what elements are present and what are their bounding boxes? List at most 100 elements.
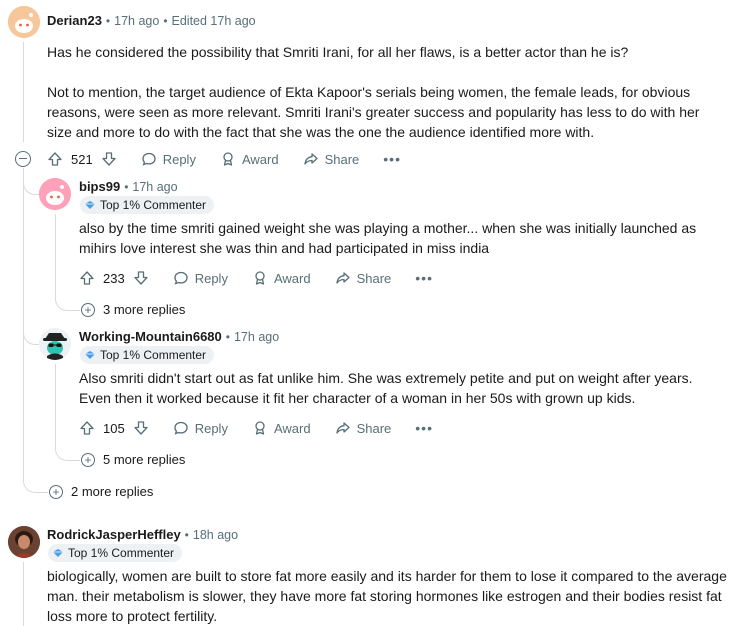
share-button[interactable]: Share bbox=[335, 420, 392, 436]
badge-icon bbox=[53, 549, 63, 557]
more-options-button[interactable]: ••• bbox=[383, 151, 401, 167]
award-button[interactable]: Award bbox=[252, 420, 311, 436]
share-button[interactable]: Share bbox=[303, 151, 360, 167]
separator-dot: • bbox=[184, 527, 189, 542]
vote-count: 521 bbox=[71, 151, 93, 167]
plus-icon: + bbox=[81, 452, 95, 467]
user-photo-avatar-icon bbox=[8, 526, 40, 558]
reply-button[interactable]: Reply bbox=[141, 151, 196, 167]
separator-dot: • bbox=[163, 13, 168, 28]
downvote-icon[interactable] bbox=[133, 270, 149, 286]
badge-label: Top 1% Commenter bbox=[68, 546, 175, 560]
comment-body: Also smriti didn't start out as fat unli… bbox=[79, 370, 693, 406]
share-label: Share bbox=[356, 420, 392, 436]
share-icon bbox=[335, 422, 350, 434]
more-replies-button[interactable]: + 2 more replies bbox=[49, 484, 153, 499]
comment-header: bips99 • 17h ago bbox=[79, 179, 178, 194]
collapse-thread-button[interactable] bbox=[15, 151, 31, 167]
top-commenter-badge[interactable]: Top 1% Commenter bbox=[80, 346, 215, 364]
username[interactable]: Working-Mountain6680 bbox=[79, 329, 222, 344]
separator-dot: • bbox=[225, 329, 230, 344]
reply-label: Reply bbox=[194, 420, 228, 436]
more-replies-label: 5 more replies bbox=[103, 452, 186, 467]
comment-body: Has he considered the possibility that S… bbox=[47, 42, 722, 142]
thread-connector bbox=[55, 294, 80, 311]
reply-icon bbox=[142, 152, 156, 166]
award-icon bbox=[255, 421, 265, 435]
reply-icon bbox=[174, 421, 188, 435]
thread-line[interactable] bbox=[55, 214, 56, 294]
comment-actions: 105 Reply Award Share ••• bbox=[79, 418, 433, 438]
avatar[interactable] bbox=[39, 328, 71, 360]
thread-connector bbox=[23, 168, 40, 195]
more-replies-button[interactable]: + 3 more replies bbox=[81, 302, 185, 317]
comment-header: Derian23 • 17h ago • Edited 17h ago bbox=[47, 13, 256, 28]
reply-label: Reply bbox=[162, 151, 196, 167]
more-options-button[interactable]: ••• bbox=[415, 420, 433, 436]
plus-icon: + bbox=[49, 484, 63, 499]
upvote-icon[interactable] bbox=[47, 151, 63, 167]
share-button[interactable]: Share bbox=[335, 270, 392, 286]
upvote-icon[interactable] bbox=[79, 420, 95, 436]
thread-line[interactable] bbox=[55, 364, 56, 444]
top-commenter-badge[interactable]: Top 1% Commenter bbox=[80, 196, 215, 214]
thread-connector bbox=[23, 470, 48, 493]
thread-line[interactable] bbox=[23, 42, 24, 142]
plus-icon: + bbox=[81, 302, 95, 317]
award-button[interactable]: Award bbox=[220, 151, 279, 167]
username[interactable]: bips99 bbox=[79, 179, 120, 194]
more-replies-button[interactable]: + 5 more replies bbox=[81, 452, 185, 467]
timestamp[interactable]: 17h ago bbox=[234, 330, 279, 344]
badge-icon bbox=[85, 201, 95, 209]
timestamp[interactable]: 17h ago bbox=[132, 180, 177, 194]
vote-count: 233 bbox=[103, 270, 125, 286]
timestamp[interactable]: 18h ago bbox=[193, 528, 238, 542]
avatar[interactable] bbox=[8, 6, 40, 38]
edited-label: Edited 17h ago bbox=[171, 13, 256, 28]
more-options-button[interactable]: ••• bbox=[415, 270, 433, 286]
award-button[interactable]: Award bbox=[252, 270, 311, 286]
comment-actions: 521 Reply Award Share ••• bbox=[47, 149, 401, 169]
reply-label: Reply bbox=[194, 270, 228, 286]
reply-button[interactable]: Reply bbox=[173, 270, 228, 286]
downvote-icon[interactable] bbox=[133, 420, 149, 436]
comment-header: Working-Mountain6680 • 17h ago bbox=[79, 329, 279, 344]
badge-label: Top 1% Commenter bbox=[100, 198, 207, 212]
award-label: Award bbox=[273, 420, 311, 436]
username[interactable]: Derian23 bbox=[47, 13, 102, 28]
upvote-icon[interactable] bbox=[79, 270, 95, 286]
comment-body: also by the time smriti gained weight sh… bbox=[79, 220, 697, 256]
award-label: Award bbox=[273, 270, 311, 286]
comment-paragraph: Has he considered the possibility that S… bbox=[47, 44, 629, 60]
character-avatar-icon bbox=[39, 328, 71, 360]
award-icon bbox=[255, 271, 265, 285]
share-icon bbox=[335, 272, 350, 284]
share-label: Share bbox=[324, 151, 360, 167]
thread-connector bbox=[23, 310, 40, 345]
separator-dot: • bbox=[124, 179, 129, 194]
badge-label: Top 1% Commenter bbox=[100, 348, 207, 362]
comment-header: RodrickJasperHeffley • 18h ago bbox=[47, 527, 238, 542]
vote-group: 521 bbox=[47, 151, 117, 167]
comment-paragraph: Not to mention, the target audience of E… bbox=[47, 84, 700, 140]
separator-dot: • bbox=[105, 13, 111, 28]
vote-count: 105 bbox=[103, 420, 125, 436]
username[interactable]: RodrickJasperHeffley bbox=[47, 527, 181, 542]
avatar[interactable] bbox=[39, 178, 71, 210]
vote-group: 105 bbox=[79, 420, 149, 436]
vote-group: 233 bbox=[79, 270, 149, 286]
more-replies-label: 2 more replies bbox=[71, 484, 154, 499]
share-label: Share bbox=[356, 270, 392, 286]
badge-icon bbox=[85, 351, 95, 359]
snoo-avatar-icon bbox=[39, 178, 71, 210]
avatar[interactable] bbox=[8, 526, 40, 558]
downvote-icon[interactable] bbox=[101, 151, 117, 167]
top-commenter-badge[interactable]: Top 1% Commenter bbox=[48, 544, 183, 562]
award-label: Award bbox=[241, 151, 279, 167]
reply-icon bbox=[174, 271, 188, 285]
reply-button[interactable]: Reply bbox=[173, 420, 228, 436]
timestamp[interactable]: 17h ago bbox=[114, 14, 159, 28]
thread-line[interactable] bbox=[23, 562, 24, 626]
share-icon bbox=[303, 153, 318, 165]
thread-connector bbox=[55, 444, 80, 461]
